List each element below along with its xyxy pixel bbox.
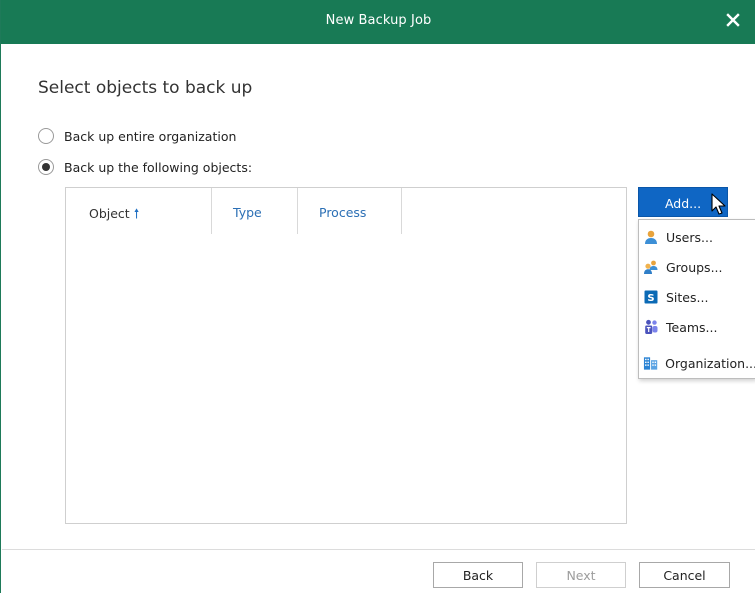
- menu-item-organization[interactable]: Organization...: [639, 350, 755, 376]
- new-backup-job-dialog: New Backup Job Select objects to back up…: [0, 0, 755, 593]
- column-type-label: Type: [233, 205, 262, 220]
- option-following-objects-label: Back up the following objects:: [64, 159, 253, 175]
- menu-item-teams[interactable]: Teams...: [639, 314, 755, 340]
- menu-item-sites[interactable]: S Sites...: [639, 284, 755, 310]
- menu-item-users[interactable]: Users...: [639, 224, 755, 250]
- column-process-label: Process: [319, 205, 367, 220]
- next-button[interactable]: Next: [536, 562, 626, 588]
- footer-divider: [2, 549, 755, 550]
- option-entire-organization-label: Back up entire organization: [64, 128, 237, 144]
- mouse-cursor-icon: [711, 193, 726, 215]
- menu-item-organization-label: Organization...: [665, 355, 755, 371]
- objects-table[interactable]: Object 🠕 Type Process: [65, 187, 627, 524]
- menu-item-groups-label: Groups...: [666, 259, 723, 275]
- column-process[interactable]: Process: [298, 188, 402, 234]
- sharepoint-icon: S: [644, 290, 658, 304]
- teams-icon: [645, 319, 658, 334]
- option-following-objects[interactable]: Back up the following objects:: [38, 159, 252, 175]
- radio-entire-organization[interactable]: [38, 128, 54, 144]
- organization-icon: [643, 357, 658, 370]
- column-object-label: Object: [89, 206, 130, 221]
- svg-text:S: S: [647, 293, 654, 304]
- column-object[interactable]: Object 🠕: [66, 188, 212, 234]
- menu-item-sites-label: Sites...: [666, 289, 709, 305]
- menu-item-users-label: Users...: [666, 229, 713, 245]
- column-type[interactable]: Type: [212, 188, 298, 234]
- back-button[interactable]: Back: [433, 562, 523, 588]
- radio-following-objects[interactable]: [38, 159, 54, 175]
- close-icon[interactable]: [724, 11, 742, 29]
- page-heading: Select objects to back up: [38, 78, 253, 98]
- cancel-button[interactable]: Cancel: [639, 562, 730, 588]
- menu-item-teams-label: Teams...: [666, 319, 718, 335]
- window-title: New Backup Job: [325, 13, 432, 28]
- sort-ascending-icon: 🠕: [133, 207, 140, 222]
- add-dropdown-menu: Users... Groups... S Sites... Teams... O…: [638, 219, 755, 379]
- menu-item-groups[interactable]: Groups...: [639, 254, 755, 280]
- table-header: Object 🠕 Type Process: [66, 188, 626, 236]
- option-entire-organization[interactable]: Back up entire organization: [38, 128, 236, 144]
- title-bar: New Backup Job: [1, 0, 755, 44]
- user-icon: [645, 230, 657, 244]
- group-icon: [644, 260, 658, 274]
